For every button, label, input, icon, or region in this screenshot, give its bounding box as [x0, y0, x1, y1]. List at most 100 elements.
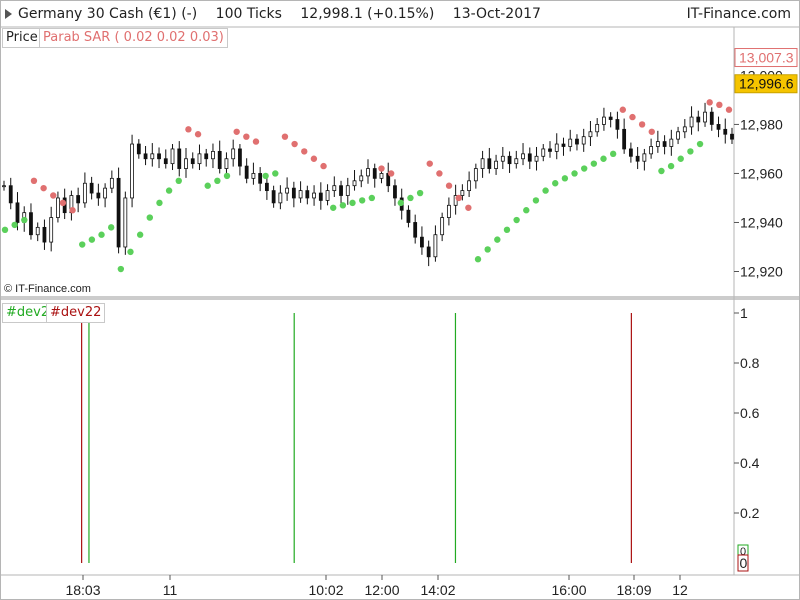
candle-body [669, 138, 674, 147]
sar-dot-below [581, 165, 588, 172]
candle-body [15, 202, 20, 223]
price-candle [312, 185, 316, 206]
sar-dot-below [532, 197, 540, 204]
sar-dot-above [445, 182, 453, 189]
price-candle [170, 144, 175, 171]
sar-dot-below [11, 221, 18, 229]
candle-body [177, 148, 182, 169]
sar-dot-below [368, 194, 376, 202]
price-candle [157, 147, 161, 169]
ind-tick-label: 0.2 [740, 505, 760, 521]
price-candle [413, 214, 418, 244]
price-candle [103, 183, 108, 208]
price-candle [123, 191, 128, 255]
price-candle [69, 190, 74, 221]
candle-body [568, 138, 573, 147]
candle-body [96, 192, 101, 199]
candle-body [231, 148, 236, 160]
candle-body [467, 180, 472, 192]
price-candle [325, 184, 330, 206]
price-candle [49, 206, 54, 252]
legend-dev22[interactable]: #dev22 [46, 303, 106, 323]
price-candle [487, 147, 492, 174]
legend-price[interactable]: Price [2, 28, 42, 48]
candle-body [278, 192, 283, 204]
candle-body [507, 155, 512, 165]
price-candle [615, 111, 620, 139]
price-candle [76, 187, 81, 213]
time-tick-label: 11 [163, 582, 178, 598]
sar-last-label: 13,007.3 [734, 48, 798, 68]
price-candle [116, 167, 121, 254]
sar-dot-below [204, 182, 211, 189]
price-candle [581, 128, 586, 152]
sar-dot-below [561, 175, 569, 182]
price-candle [473, 163, 478, 189]
sar-dot-above [69, 207, 76, 214]
price-candle [190, 152, 195, 169]
candle-body [136, 143, 141, 155]
sar-dot-below [407, 194, 414, 202]
price-candle [318, 182, 323, 210]
price-candle [251, 162, 256, 185]
candle-body [440, 217, 445, 236]
sar-dot-above [387, 170, 395, 177]
price-tick-label: 12,920 [740, 263, 783, 279]
price-candle [527, 147, 532, 170]
sar-dot-below [21, 216, 28, 224]
time-tick-label: 14:02 [420, 582, 455, 598]
price-candle [602, 107, 606, 131]
candle-body [109, 177, 114, 189]
price-candle [480, 150, 485, 178]
candle-body [339, 185, 343, 196]
sar-dot-below [272, 170, 279, 177]
candle-body [655, 141, 660, 147]
candle-body [42, 226, 47, 243]
sar-dot-below [330, 204, 337, 211]
price-candle [285, 177, 290, 201]
sar-dot-above [301, 148, 308, 155]
price-candle [224, 152, 229, 175]
sar-dot-below [416, 189, 424, 197]
price-candle [655, 130, 660, 153]
price-candle [723, 118, 728, 144]
price-candle [136, 139, 141, 159]
price-candle [305, 185, 310, 205]
price-candle [406, 205, 411, 228]
price-candle [541, 144, 546, 162]
candle-body [480, 158, 485, 169]
sar-dot-below [349, 199, 356, 207]
sar-dot-above [281, 133, 289, 140]
candle-body [527, 153, 532, 162]
sar-dot-below [609, 150, 617, 158]
price-candle [709, 107, 714, 131]
price-candle [278, 185, 283, 210]
chart-canvas[interactable]: 12,92012,94012,96012,98013,00013,007.312… [0, 0, 800, 600]
sar-dot-below [667, 162, 675, 170]
price-candle [345, 177, 350, 205]
candle-body [433, 234, 438, 258]
candle-body [285, 187, 290, 194]
price-candle [96, 183, 101, 206]
price-candle [446, 197, 451, 226]
candle-body [581, 136, 586, 145]
ind-zero-labels: 00 [737, 544, 749, 572]
price-candle [628, 142, 633, 163]
price-candle [130, 134, 134, 208]
sar-dot-below [474, 256, 482, 263]
price-candle [271, 185, 276, 208]
candle-body [318, 192, 323, 201]
price-candle [204, 148, 209, 167]
price-tick-label: 12,940 [740, 214, 783, 230]
candle-body [393, 185, 397, 199]
legend-parab-sar[interactable]: Parab SAR ( 0.02 0.02 0.03) [39, 28, 228, 48]
price-candle [689, 106, 694, 135]
candle-body [29, 212, 33, 236]
price-candle [716, 116, 721, 138]
candle-body [608, 116, 613, 120]
candle-body [379, 173, 384, 179]
sar-dot-above [378, 165, 385, 172]
sar-dot-above [436, 170, 443, 177]
price-candle [420, 226, 424, 255]
candle-body [116, 177, 121, 248]
